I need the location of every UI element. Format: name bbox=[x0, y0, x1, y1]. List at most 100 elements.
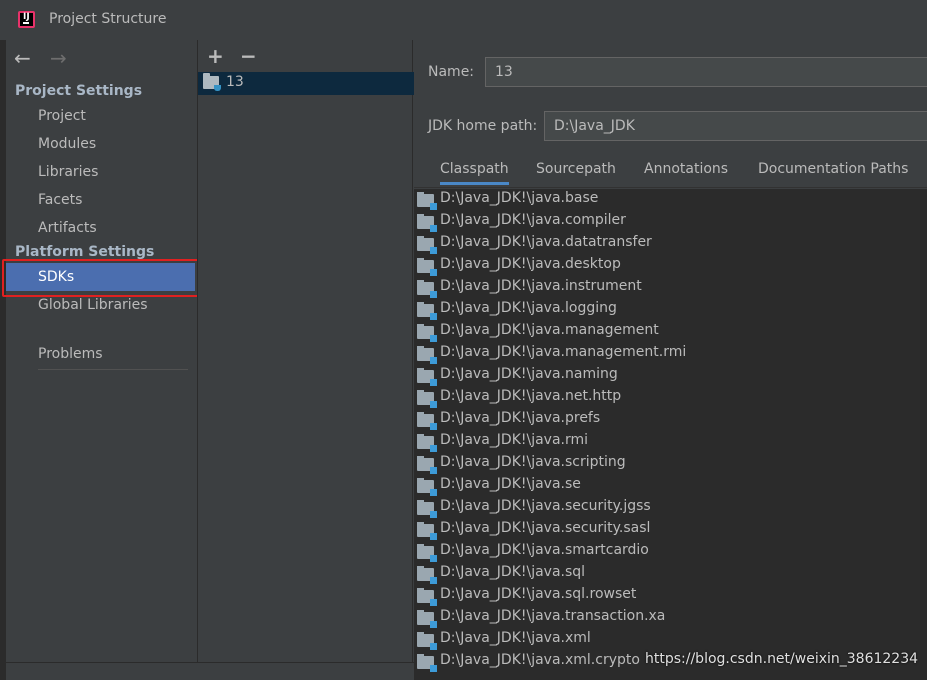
forward-arrow-icon[interactable]: → bbox=[50, 48, 67, 68]
classpath-entry: D:\Java_JDK!\java.xml.crypto bbox=[440, 652, 640, 668]
path-tabs: Classpath Sourcepath Annotations Documen… bbox=[414, 155, 927, 188]
classpath-entry: D:\Java_JDK!\java.security.jgss bbox=[440, 498, 651, 514]
sdk-name: 13 bbox=[226, 74, 244, 90]
sidebar-item-modules[interactable]: Modules bbox=[6, 130, 196, 158]
classpath-row[interactable]: D:\Java_JDK!\java.transaction.xa bbox=[414, 607, 927, 629]
jdk-home-path-field[interactable]: D:\Java_JDK bbox=[544, 111, 927, 141]
classpath-row[interactable]: D:\Java_JDK!\java.net.http bbox=[414, 387, 927, 409]
red-highlight-annotation bbox=[2, 259, 200, 297]
module-jar-icon bbox=[417, 412, 437, 430]
classpath-entry: D:\Java_JDK!\java.xml bbox=[440, 630, 591, 646]
sdk-list-item[interactable]: 13 bbox=[198, 72, 414, 95]
module-jar-icon bbox=[417, 544, 437, 562]
classpath-row[interactable]: D:\Java_JDK!\java.se bbox=[414, 475, 927, 497]
sidebar-item-artifacts[interactable]: Artifacts bbox=[6, 214, 196, 242]
module-jar-icon bbox=[417, 346, 437, 364]
classpath-row[interactable]: D:\Java_JDK!\java.management.rmi bbox=[414, 343, 927, 365]
remove-sdk-button[interactable]: − bbox=[240, 44, 257, 68]
classpath-entry: D:\Java_JDK!\java.naming bbox=[440, 366, 618, 382]
watermark: https://blog.csdn.net/weixin_38612234 bbox=[645, 651, 919, 667]
platform-settings-heading: Platform Settings bbox=[15, 244, 155, 260]
module-jar-icon bbox=[417, 368, 437, 386]
classpath-row[interactable]: D:\Java_JDK!\java.compiler bbox=[414, 211, 927, 233]
classpath-entry: D:\Java_JDK!\java.security.sasl bbox=[440, 520, 651, 536]
bottom-bar bbox=[6, 662, 414, 680]
sidebar-item-libraries[interactable]: Libraries bbox=[6, 158, 196, 186]
classpath-row[interactable]: D:\Java_JDK!\java.rmi bbox=[414, 431, 927, 453]
window-title: Project Structure bbox=[49, 11, 167, 27]
classpath-row[interactable]: D:\Java_JDK!\java.desktop bbox=[414, 255, 927, 277]
classpath-row[interactable]: D:\Java_JDK!\java.scripting bbox=[414, 453, 927, 475]
classpath-entry: D:\Java_JDK!\java.prefs bbox=[440, 410, 601, 426]
module-jar-icon bbox=[417, 280, 437, 298]
classpath-row[interactable]: D:\Java_JDK!\java.prefs bbox=[414, 409, 927, 431]
module-jar-icon bbox=[417, 258, 437, 276]
tab-documentation-paths[interactable]: Documentation Paths bbox=[758, 161, 908, 177]
classpath-entry: D:\Java_JDK!\java.compiler bbox=[440, 212, 626, 228]
classpath-entry: D:\Java_JDK!\java.management.rmi bbox=[440, 344, 687, 360]
classpath-entry: D:\Java_JDK!\java.datatransfer bbox=[440, 234, 652, 250]
classpath-row[interactable]: D:\Java_JDK!\java.smartcardio bbox=[414, 541, 927, 563]
tab-annotations[interactable]: Annotations bbox=[644, 161, 728, 177]
classpath-entry: D:\Java_JDK!\java.logging bbox=[440, 300, 617, 316]
classpath-row[interactable]: D:\Java_JDK!\java.datatransfer bbox=[414, 233, 927, 255]
classpath-entry: D:\Java_JDK!\java.sql bbox=[440, 564, 586, 580]
classpath-entry: D:\Java_JDK!\java.se bbox=[440, 476, 581, 492]
project-settings-heading: Project Settings bbox=[15, 83, 143, 99]
module-jar-icon bbox=[417, 192, 437, 210]
classpath-row[interactable]: D:\Java_JDK!\java.management bbox=[414, 321, 927, 343]
classpath-row[interactable]: D:\Java_JDK!\java.instrument bbox=[414, 277, 927, 299]
title-bar: IJ Project Structure bbox=[0, 0, 927, 40]
sdk-detail-pane: Name: 13 JDK home path: D:\Java_JDK Clas… bbox=[414, 40, 927, 680]
classpath-entry: D:\Java_JDK!\java.transaction.xa bbox=[440, 608, 666, 624]
classpath-row[interactable]: D:\Java_JDK!\java.naming bbox=[414, 365, 927, 387]
module-jar-icon bbox=[417, 390, 437, 408]
jdk-folder-icon bbox=[203, 73, 221, 91]
classpath-entry: D:\Java_JDK!\java.smartcardio bbox=[440, 542, 649, 558]
name-label: Name: bbox=[428, 64, 475, 80]
add-sdk-button[interactable]: + bbox=[207, 44, 224, 68]
module-jar-icon bbox=[417, 654, 437, 672]
classpath-list[interactable]: D:\Java_JDK!\java.base D:\Java_JDK!\java.… bbox=[414, 189, 927, 680]
module-jar-icon bbox=[417, 434, 437, 452]
classpath-row[interactable]: D:\Java_JDK!\java.sql.rowset bbox=[414, 585, 927, 607]
sidebar-item-project[interactable]: Project bbox=[6, 102, 196, 130]
module-jar-icon bbox=[417, 478, 437, 496]
jdk-home-path-label: JDK home path: bbox=[428, 118, 538, 134]
sidebar: ← → Project Settings Project Modules Lib… bbox=[6, 40, 196, 662]
classpath-entry: D:\Java_JDK!\java.base bbox=[440, 190, 599, 206]
tab-sourcepath[interactable]: Sourcepath bbox=[536, 161, 616, 177]
module-jar-icon bbox=[417, 610, 437, 628]
module-jar-icon bbox=[417, 566, 437, 584]
classpath-entry: D:\Java_JDK!\java.desktop bbox=[440, 256, 621, 272]
module-jar-icon bbox=[417, 500, 437, 518]
classpath-entry: D:\Java_JDK!\java.instrument bbox=[440, 278, 642, 294]
classpath-row[interactable]: D:\Java_JDK!\java.xml bbox=[414, 629, 927, 651]
divider bbox=[38, 369, 188, 370]
module-jar-icon bbox=[417, 522, 437, 540]
classpath-entry: D:\Java_JDK!\java.rmi bbox=[440, 432, 589, 448]
module-jar-icon bbox=[417, 214, 437, 232]
classpath-entry: D:\Java_JDK!\java.sql.rowset bbox=[440, 586, 637, 602]
module-jar-icon bbox=[417, 302, 437, 320]
module-jar-icon bbox=[417, 324, 437, 342]
intellij-logo-icon: IJ bbox=[18, 11, 35, 28]
module-jar-icon bbox=[417, 236, 437, 254]
sidebar-item-problems[interactable]: Problems bbox=[6, 340, 196, 368]
classpath-entry: D:\Java_JDK!\java.scripting bbox=[440, 454, 626, 470]
sidebar-item-facets[interactable]: Facets bbox=[6, 186, 196, 214]
module-jar-icon bbox=[417, 588, 437, 606]
classpath-row[interactable]: D:\Java_JDK!\java.security.jgss bbox=[414, 497, 927, 519]
name-field[interactable]: 13 bbox=[485, 57, 927, 87]
back-arrow-icon[interactable]: ← bbox=[14, 48, 31, 68]
classpath-row[interactable]: D:\Java_JDK!\java.logging bbox=[414, 299, 927, 321]
classpath-row[interactable]: D:\Java_JDK!\java.base bbox=[414, 189, 927, 211]
classpath-row[interactable]: D:\Java_JDK!\java.sql bbox=[414, 563, 927, 585]
classpath-entry: D:\Java_JDK!\java.net.http bbox=[440, 388, 622, 404]
module-jar-icon bbox=[417, 456, 437, 474]
classpath-row[interactable]: D:\Java_JDK!\java.security.sasl bbox=[414, 519, 927, 541]
sdk-list-pane: + − 13 bbox=[197, 40, 414, 662]
module-jar-icon bbox=[417, 632, 437, 650]
tab-classpath[interactable]: Classpath bbox=[440, 161, 509, 185]
classpath-entry: D:\Java_JDK!\java.management bbox=[440, 322, 659, 338]
